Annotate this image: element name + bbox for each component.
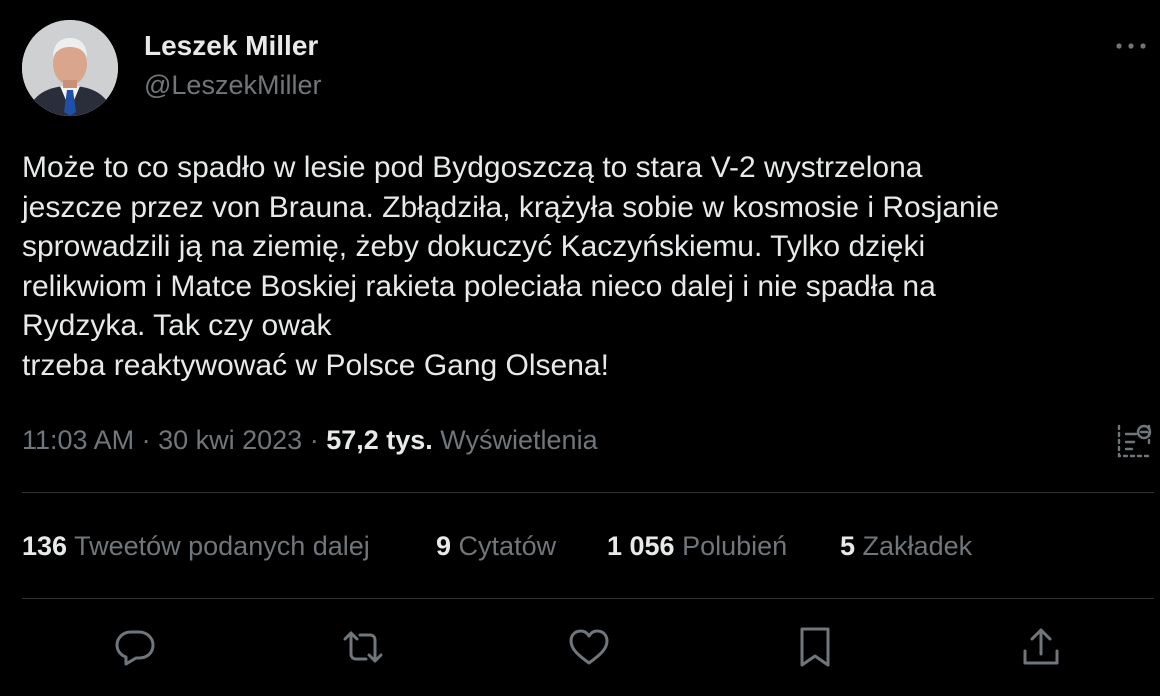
- tweet-meta: 11:03 AM · 30 kwi 2023 · 57,2 tys. Wyświ…: [22, 422, 598, 458]
- bookmark-icon[interactable]: [792, 624, 838, 670]
- quotes-stat[interactable]: 9 Cytatów: [436, 528, 556, 564]
- meta-separator: ·: [302, 425, 327, 455]
- likes-count: 1 056: [607, 531, 675, 561]
- bookmarks-stat[interactable]: 5 Zakładek: [840, 528, 972, 564]
- meta-separator: ·: [134, 425, 159, 455]
- views-count: 57,2 tys.: [326, 425, 433, 455]
- retweets-count: 136: [22, 531, 68, 561]
- views-label: Wyświetlenia: [440, 425, 598, 455]
- like-icon[interactable]: [566, 624, 612, 670]
- author-display-name[interactable]: Leszek Miller: [144, 30, 318, 62]
- avatar[interactable]: [22, 20, 118, 116]
- likes-label: Polubień: [682, 531, 788, 561]
- tweet-time[interactable]: 11:03 AM: [22, 425, 134, 455]
- retweets-label: Tweetów podanych dalej: [74, 531, 370, 561]
- bookmarks-count: 5: [840, 531, 856, 561]
- divider: [22, 492, 1154, 493]
- more-horizontal-icon[interactable]: [1114, 36, 1148, 56]
- tweet-text: Może to co spadło w lesie pod Bydgoszczą…: [22, 151, 1000, 382]
- tweet-date[interactable]: 30 kwi 2023: [158, 425, 302, 455]
- avatar-image: [22, 20, 118, 116]
- likes-stat[interactable]: 1 056 Polubień: [607, 528, 787, 564]
- quotes-label: Cytatów: [458, 531, 557, 561]
- share-icon[interactable]: [1018, 624, 1064, 670]
- retweets-stat[interactable]: 136 Tweetów podanych dalej: [22, 528, 370, 564]
- author-handle[interactable]: @LeszekMiller: [144, 69, 321, 101]
- bookmarks-label: Zakładek: [862, 531, 973, 561]
- view-analytics-icon[interactable]: [1114, 420, 1154, 462]
- quotes-count: 9: [436, 531, 452, 561]
- divider: [22, 598, 1154, 599]
- retweet-icon[interactable]: [340, 624, 386, 670]
- reply-icon[interactable]: [112, 624, 158, 670]
